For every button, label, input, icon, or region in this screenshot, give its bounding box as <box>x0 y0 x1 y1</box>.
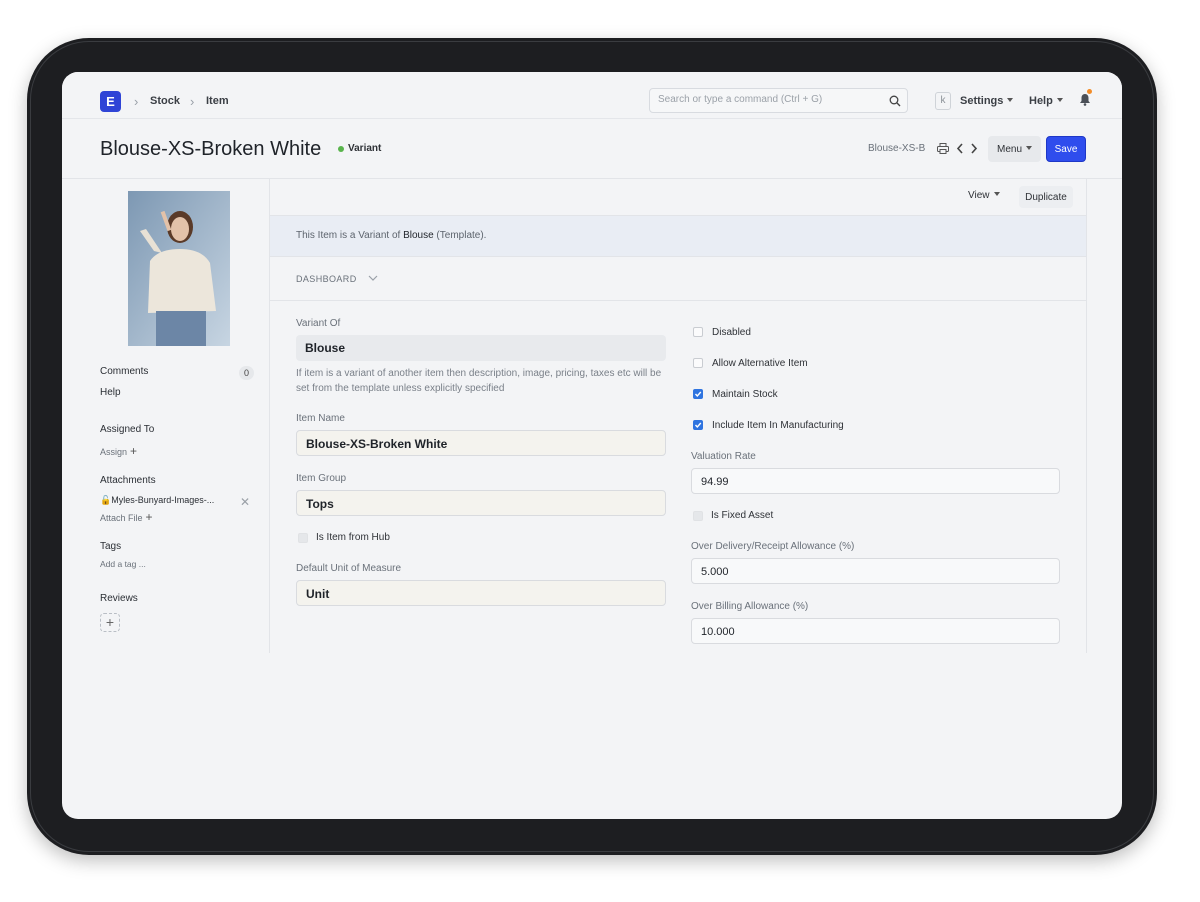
allow-alternative-label: Allow Alternative Item <box>712 358 808 369</box>
uom-field[interactable]: Unit <box>296 580 666 606</box>
add-tag-link[interactable]: Add a tag ... <box>100 559 146 569</box>
over-delivery-label: Over Delivery/Receipt Allowance (%) <box>691 541 855 552</box>
over-billing-field[interactable]: 10.000 <box>691 618 1060 644</box>
breadcrumb-stock[interactable]: Stock <box>150 95 180 107</box>
item-name-field[interactable]: Blouse-XS-Broken White <box>296 430 666 456</box>
save-button[interactable]: Save <box>1046 136 1086 162</box>
chevron-down-icon <box>368 275 377 281</box>
banner-prefix: This Item is a Variant of <box>296 230 404 241</box>
assign-label: Assign <box>100 447 128 457</box>
breadcrumb-chevron-icon: › <box>190 94 195 109</box>
valuation-rate-field[interactable]: 94.99 <box>691 468 1060 494</box>
attach-file-link[interactable]: Attach File + <box>100 510 153 524</box>
allow-alternative-checkbox[interactable] <box>693 358 703 368</box>
tags-heading: Tags <box>100 541 122 552</box>
valuation-rate-label: Valuation Rate <box>691 451 756 462</box>
check-icon <box>694 391 702 398</box>
breadcrumb-chevron-icon: › <box>134 94 139 109</box>
add-review-button[interactable]: + <box>100 613 120 632</box>
doc-short-name: Blouse-XS-B <box>868 143 926 154</box>
uom-label: Default Unit of Measure <box>296 563 402 574</box>
menu-button[interactable]: Menu <box>988 136 1041 162</box>
remove-attachment-icon[interactable]: ✕ <box>240 495 250 509</box>
breadcrumb-item[interactable]: Item <box>206 95 229 107</box>
comments-link[interactable]: Comments <box>100 366 148 377</box>
attach-file-label: Attach File <box>100 513 143 523</box>
item-group-label: Item Group <box>296 473 347 484</box>
banner-suffix: (Template). <box>433 230 487 241</box>
help-link[interactable]: Help <box>100 387 121 398</box>
item-group-field[interactable]: Tops <box>296 490 666 516</box>
search-icon <box>889 95 901 107</box>
view-dropdown[interactable]: View <box>968 190 1000 201</box>
page-title: Blouse-XS-Broken White <box>100 138 322 160</box>
header-divider <box>62 178 1122 179</box>
bell-icon[interactable] <box>1079 93 1091 106</box>
variant-banner: This Item is a Variant of Blouse (Templa… <box>270 215 1086 256</box>
comments-count: 0 <box>239 366 254 380</box>
print-icon[interactable] <box>937 143 949 154</box>
include-manufacturing-checkbox[interactable] <box>693 420 703 430</box>
prev-doc-icon[interactable] <box>956 143 964 154</box>
assigned-to-heading: Assigned To <box>100 424 155 435</box>
check-icon <box>694 422 702 429</box>
disabled-label: Disabled <box>712 327 751 338</box>
caret-down-icon <box>1007 98 1014 102</box>
divider <box>270 300 1086 301</box>
plus-icon: + <box>145 510 153 524</box>
variant-of-label: Variant Of <box>296 318 341 329</box>
variant-of-field[interactable]: Blouse <box>296 335 666 361</box>
settings-label: Settings <box>960 95 1004 107</box>
search-input[interactable] <box>658 94 878 105</box>
caret-down-icon <box>993 192 1000 196</box>
attachment-item[interactable]: 🔓Myles-Bunyard-Images-... <box>100 495 214 506</box>
keyboard-shortcut-badge: k <box>935 92 951 110</box>
banner-text: This Item is a Variant of Blouse (Templa… <box>296 230 486 241</box>
help-label: Help <box>1029 95 1053 107</box>
fixed-asset-label: Is Fixed Asset <box>711 510 774 521</box>
unlock-icon: 🔓 <box>100 495 112 505</box>
variant-of-description: If item is a variant of another item the… <box>296 368 662 394</box>
over-billing-label: Over Billing Allowance (%) <box>691 601 809 612</box>
disabled-checkbox[interactable] <box>693 327 703 337</box>
maintain-stock-label: Maintain Stock <box>712 389 778 400</box>
main-border <box>1086 179 1087 653</box>
app-logo[interactable]: E <box>100 91 121 112</box>
status-badge: Variant <box>348 143 382 154</box>
dashboard-label: DASHBOARD <box>296 274 357 284</box>
reviews-heading: Reviews <box>100 593 138 604</box>
awesomebar[interactable] <box>649 88 908 113</box>
status-indicator-icon <box>338 146 344 152</box>
include-manufacturing-label: Include Item In Manufacturing <box>712 420 844 431</box>
assign-link[interactable]: Assign + <box>100 444 137 458</box>
caret-down-icon <box>1026 145 1032 150</box>
is-item-from-hub-label: Is Item from Hub <box>316 532 390 543</box>
over-delivery-field[interactable]: 5.000 <box>691 558 1060 584</box>
dashboard-toggle[interactable]: DASHBOARD <box>296 274 378 284</box>
help-dropdown[interactable]: Help <box>1029 95 1063 107</box>
app-screen: E › Stock › Item k Settings Help Blouse-… <box>62 72 1122 819</box>
menu-label: Menu <box>996 143 1022 155</box>
caret-down-icon <box>1056 98 1063 102</box>
divider <box>270 256 1086 257</box>
is-item-from-hub-checkbox[interactable] <box>298 533 308 543</box>
attachment-filename: Myles-Bunyard-Images-... <box>111 495 215 505</box>
plus-icon: + <box>130 444 138 458</box>
navbar: E › Stock › Item k Settings Help <box>62 72 1122 119</box>
fixed-asset-checkbox[interactable] <box>693 511 703 521</box>
divider <box>270 215 1086 216</box>
template-link[interactable]: Blouse <box>403 230 434 241</box>
item-photo <box>128 191 230 346</box>
notification-dot <box>1087 89 1092 94</box>
item-image[interactable] <box>128 191 230 346</box>
item-name-label: Item Name <box>296 413 345 424</box>
next-doc-icon[interactable] <box>970 143 978 154</box>
duplicate-button[interactable]: Duplicate <box>1019 186 1073 208</box>
maintain-stock-checkbox[interactable] <box>693 389 703 399</box>
settings-dropdown[interactable]: Settings <box>960 95 1014 107</box>
view-label: View <box>968 190 990 201</box>
attachments-heading: Attachments <box>100 475 156 486</box>
